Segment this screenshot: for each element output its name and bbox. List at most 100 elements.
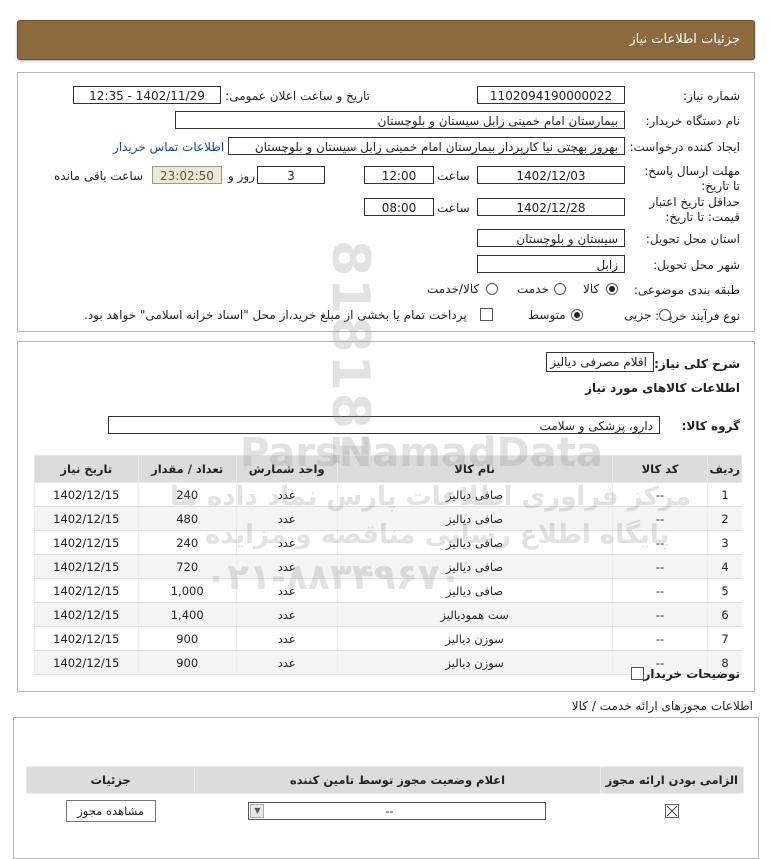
license-required-cell [600,794,743,829]
deadline-time-label: ساعت [437,169,470,183]
category-radio-goods[interactable] [606,283,618,295]
view-license-button[interactable]: مشاهده مجوز [65,800,156,822]
need-number-label: شماره نیاز: [683,89,740,103]
item-quantity: 240 [137,530,237,555]
row-number: 4 [707,554,742,579]
treasury-payment-note: پرداخت تمام یا بخشی از مبلغ خرید،از محل … [84,308,467,322]
item-code: -- [611,530,708,555]
item-name: سوزن دیالیز [336,626,613,651]
contact-buyer-link[interactable]: اطلاعات تماس خریدار [113,140,224,154]
table-row: 6 -- ست همودیالیز عدد 1,400 1402/12/15 [34,602,742,627]
item-unit: عدد [235,554,338,579]
license-status-value: -- [385,804,394,818]
treasury-payment-checkbox[interactable] [480,308,493,321]
row-number: 7 [707,626,742,651]
category-label: طبقه بندی موضوعی: [633,283,740,297]
item-code: -- [611,602,708,627]
item-quantity: 720 [137,554,237,579]
item-need-date: 1402/12/15 [34,506,139,531]
item-need-date: 1402/12/15 [34,650,139,675]
row-number: 1 [707,482,742,507]
license-row: -- ▼ مشاهده مجوز [27,794,744,829]
item-code: -- [611,626,708,651]
item-code: -- [611,482,708,507]
item-need-date: 1402/12/15 [34,530,139,555]
deadline-time-field: 12:00 [364,166,434,184]
goods-info-title: اطلاعات کالاهای مورد نیاز [585,381,740,395]
category-option-goods-service: کالا/خدمت [427,282,480,296]
item-unit: عدد [235,506,338,531]
license-status-select[interactable]: -- ▼ [248,802,547,820]
item-name: صافی دیالیز [336,554,613,579]
goods-group-label: گروه کالا: [681,419,740,433]
table-row: 7 -- سوزن دیالیز عدد 900 1402/12/15 [34,626,742,651]
item-name: صافی دیالیز [336,530,613,555]
general-desc-label: شرح کلی نیاز: [654,357,740,371]
buyer-org-label: نام دستگاه خریدار: [645,114,741,128]
process-radio-medium[interactable] [571,309,583,321]
item-need-date: 1402/12/15 [34,578,139,603]
item-name: صافی دیالیز [336,578,613,603]
item-unit: عدد [235,482,338,507]
province-field: سیستان و بلوچستان [477,229,625,247]
buyer-org-field: بیمارستان امام خمینی زابل سیستان و بلوچس… [175,111,625,129]
validity-label: حداقل تاریخ اعتبار قیمت: تا تاریخ: [649,195,740,224]
item-need-date: 1402/12/15 [34,626,139,651]
table-row: 1 -- صافی دیالیز عدد 240 1402/12/15 [34,482,742,507]
col-row: ردیف [707,455,742,483]
announce-field: 1402/11/29 - 12:35 [73,86,221,104]
item-name: سوزن دیالیز [336,650,613,675]
item-quantity: 240 [137,482,237,507]
chevron-down-icon: ▼ [250,804,265,818]
licenses-title: اطلاعات مجوزهای ارائه خدمت / کالا [571,699,753,713]
item-quantity: 900 [137,626,237,651]
item-need-date: 1402/12/15 [34,554,139,579]
col-date: تاریخ نیاز [34,455,139,483]
item-need-date: 1402/12/15 [34,602,139,627]
validity-time-field: 08:00 [364,198,434,216]
licenses-table: الزامی بودن ارائه مجوز اعلام وضعیت مجوز … [25,766,745,829]
row-number: 3 [707,530,742,555]
page-header: جزئیات اطلاعات نیاز [17,20,755,60]
page-title: جزئیات اطلاعات نیاز [629,32,740,47]
item-unit: عدد [235,578,338,603]
row-number: 6 [707,602,742,627]
days-label: روز و [228,169,255,183]
col-name: نام کالا [336,455,613,483]
need-number-field: 1102094190000022 [477,86,625,104]
item-code: -- [611,578,708,603]
remaining-label: ساعت باقی مانده [54,169,144,183]
validity-date-field: 1402/12/28 [477,198,625,216]
table-row: 3 -- صافی دیالیز عدد 240 1402/12/15 [34,530,742,555]
days-field: 3 [257,166,325,184]
row-number: 5 [707,578,742,603]
city-label: شهر محل تحویل: [653,258,740,272]
item-unit: عدد [235,530,338,555]
required-checkbox-icon [664,804,679,819]
province-label: استان محل تحویل: [645,232,740,246]
process-option-minor: جزیی [624,308,652,322]
process-option-medium: متوسط [528,308,566,322]
item-unit: عدد [235,602,338,627]
category-radio-goods-service[interactable] [486,283,498,295]
buyer-notes-checkbox[interactable] [631,667,644,680]
items-table: ردیف کد کالا نام کالا واحد شمارش تعداد /… [34,455,742,675]
item-quantity: 1,400 [137,602,237,627]
license-details-cell: مشاهده مجوز [27,794,195,829]
city-field: زابل [477,255,625,273]
process-radio-minor[interactable] [659,309,671,321]
col-unit: واحد شمارش [235,455,338,483]
item-unit: عدد [235,626,338,651]
license-status-cell: -- ▼ [195,794,600,829]
category-radio-service[interactable] [554,283,566,295]
item-quantity: 1,000 [137,578,237,603]
table-row: 2 -- صافی دیالیز عدد 480 1402/12/15 [34,506,742,531]
creator-label: ایجاد کننده درخواست: [629,140,740,154]
remaining-time-field: 23:02:50 [152,166,222,184]
item-name: صافی دیالیز [336,482,613,507]
col-license-details: جزئیات [25,766,196,794]
table-row: 5 -- صافی دیالیز عدد 1,000 1402/12/15 [34,578,742,603]
item-unit: عدد [235,650,338,675]
item-name: صافی دیالیز [336,506,613,531]
item-code: -- [611,506,708,531]
